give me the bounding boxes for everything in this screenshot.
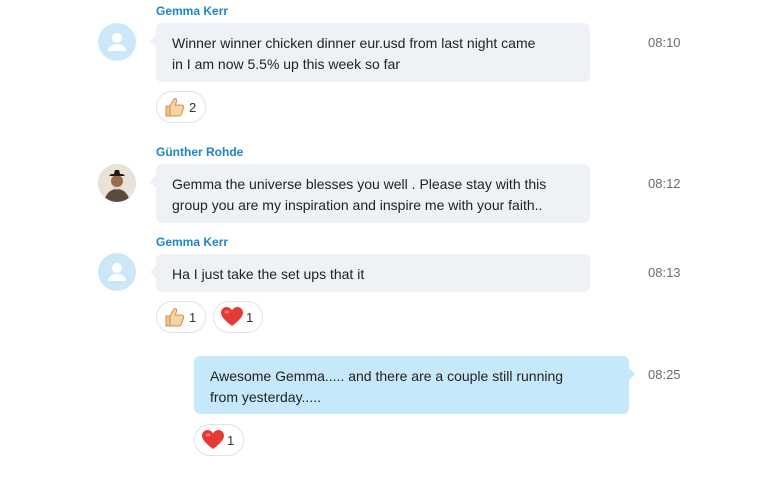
avatar[interactable] (98, 23, 136, 61)
message-text-line: group you are my inspiration and inspire… (172, 197, 543, 213)
reaction-thumbs-up[interactable]: 2 (156, 91, 206, 123)
message-text-line: Gemma the universe blesses you well . Pl… (172, 176, 547, 192)
message-text-line: Awesome Gemma..... and there are a coupl… (210, 368, 564, 384)
message-time: 08:12 (648, 176, 681, 191)
sender-name[interactable]: Gemma Kerr (156, 235, 228, 249)
reaction-count: 1 (227, 432, 235, 448)
message-time: 08:25 (648, 367, 681, 382)
message-bubble[interactable]: Gemma the universe blesses you well . Pl… (150, 164, 590, 223)
sender-name[interactable]: Günther Rohde (156, 145, 243, 159)
message-bubble-outgoing[interactable]: Awesome Gemma..... and there are a coupl… (194, 356, 635, 414)
reaction-heart[interactable]: 1 (213, 301, 263, 333)
default-user-icon (108, 263, 126, 281)
avatar[interactable] (98, 164, 136, 202)
message-bubble[interactable]: Winner winner chicken dinner eur.usd fro… (150, 23, 590, 82)
message-time: 08:10 (648, 35, 681, 50)
message-text-line: from yesterday..... (210, 389, 321, 405)
heart-icon (221, 307, 243, 326)
reaction-thumbs-up[interactable]: 1 (156, 301, 206, 333)
reaction-heart[interactable]: 1 (194, 424, 244, 456)
message-text-line: in I am now 5.5% up this week so far (172, 56, 400, 72)
reaction-count: 1 (189, 309, 197, 325)
reaction-count: 2 (189, 99, 197, 115)
user-photo (98, 164, 136, 202)
message-text-line: Ha I just take the set ups that it (172, 266, 365, 282)
thumbs-up-icon (165, 98, 185, 117)
default-user-icon (108, 33, 126, 51)
message-bubble[interactable]: Ha I just take the set ups that it (150, 254, 590, 292)
avatar[interactable] (98, 253, 136, 291)
heart-icon (202, 430, 224, 449)
thumbs-up-icon (165, 308, 185, 327)
message-time: 08:13 (648, 265, 681, 280)
reaction-count: 1 (246, 309, 254, 325)
sender-name[interactable]: Gemma Kerr (156, 4, 228, 18)
message-text-line: Winner winner chicken dinner eur.usd fro… (172, 35, 536, 51)
